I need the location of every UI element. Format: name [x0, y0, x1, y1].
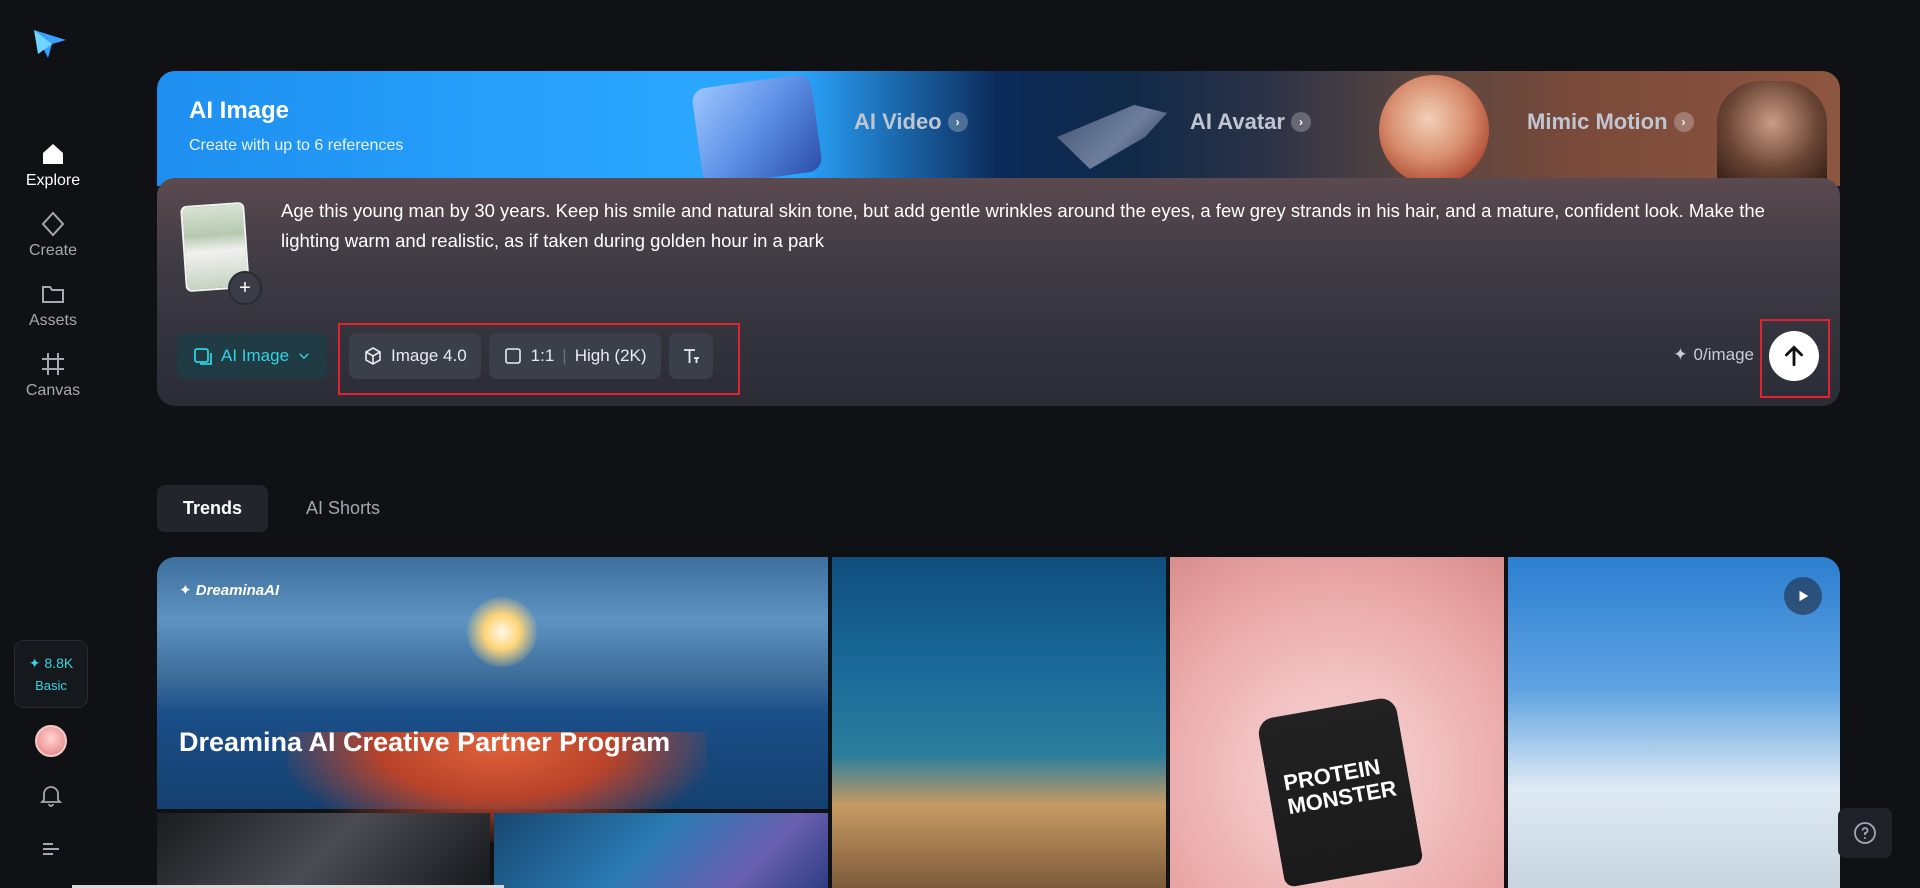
- play-icon[interactable]: [1784, 577, 1822, 615]
- credits-badge[interactable]: ✦ 8.8K Basic: [14, 640, 88, 708]
- partner-program-banner[interactable]: ✦ DreaminaAI Dreamina AI Creative Partne…: [157, 557, 828, 842]
- feature-banner: AI Image Create with up to 6 references …: [157, 71, 1840, 187]
- sidebar-item-assets[interactable]: Assets: [0, 280, 106, 340]
- menu-icon[interactable]: [40, 838, 62, 860]
- prompt-input[interactable]: Age this young man by 30 years. Keep his…: [281, 196, 1811, 256]
- sidebar-item-explore[interactable]: Explore: [0, 140, 106, 200]
- sidebar: Explore Create Assets Canvas ✦ 8.8K Basi…: [0, 0, 106, 888]
- cost-label: 0/image: [1693, 345, 1754, 364]
- avatar[interactable]: [35, 725, 67, 757]
- gallery-card-protein[interactable]: PROTEIN MONSTER: [1170, 557, 1504, 888]
- mimic-thumbnail: [1717, 81, 1827, 186]
- chevron-right-icon: ›: [947, 112, 968, 132]
- sidebar-item-create[interactable]: Create: [0, 210, 106, 270]
- trends-gallery: ✦ DreaminaAI Dreamina AI Creative Partne…: [157, 557, 1840, 888]
- help-button[interactable]: [1838, 808, 1892, 858]
- gallery-card-sky[interactable]: [1508, 557, 1840, 888]
- tab-ai-shorts[interactable]: AI Shorts: [280, 485, 406, 532]
- promo-ai-avatar[interactable]: AI Avatar ›: [1190, 109, 1311, 135]
- dreamina-logo-icon[interactable]: [30, 24, 70, 64]
- mode-select[interactable]: AI Image: [177, 333, 328, 379]
- chevron-down-icon: [299, 353, 309, 360]
- sidebar-item-label: Create: [28, 242, 78, 259]
- sidebar-item-label: Assets: [28, 312, 77, 329]
- image-mode-icon: [194, 348, 212, 365]
- star-icon: ✦: [179, 582, 192, 599]
- promo-label: Mimic Motion: [1527, 109, 1668, 134]
- gallery-card-space[interactable]: [494, 813, 828, 888]
- promo-ai-video[interactable]: AI Video ›: [854, 109, 968, 135]
- canvas-icon: [42, 353, 64, 375]
- highlight-box-generate: [1760, 319, 1830, 398]
- banner-sun: [467, 597, 537, 667]
- plan-label: Basic: [35, 678, 67, 693]
- sidebar-item-label: Explore: [25, 172, 81, 189]
- generation-cost: ✦ 0/image: [1673, 345, 1754, 365]
- avatar-thumbnail: [1379, 75, 1489, 185]
- content-tabs: Trends AI Shorts: [157, 485, 406, 532]
- chevron-right-icon: ›: [1673, 112, 1694, 132]
- plane-thumbnail: [1057, 105, 1167, 169]
- add-reference-button[interactable]: +: [228, 271, 262, 305]
- panel-subtitle: Create with up to 6 references: [189, 137, 404, 154]
- folder-icon: [42, 286, 64, 303]
- panel-title: AI Image: [189, 97, 290, 124]
- gallery-card-statue[interactable]: [157, 813, 490, 888]
- home-icon: [43, 144, 63, 164]
- banner-headline: Dreamina AI Creative Partner Program: [179, 727, 671, 757]
- credits-amount: ✦ 8.8K: [28, 655, 74, 671]
- diamond-icon: [41, 211, 65, 237]
- mode-label: AI Image: [221, 346, 290, 365]
- sidebar-item-label: Canvas: [25, 382, 81, 399]
- help-icon: [1854, 822, 1876, 844]
- sparkle-icon: ✦: [1673, 345, 1688, 364]
- banner-brand: ✦ DreaminaAI: [179, 581, 279, 599]
- whale-thumbnail: [690, 73, 824, 187]
- gallery-card-ocean[interactable]: [832, 557, 1166, 888]
- brand-label: DreaminaAI: [195, 582, 280, 599]
- promo-mimic-motion[interactable]: Mimic Motion ›: [1527, 109, 1694, 135]
- promo-label: AI Video: [854, 109, 942, 134]
- tab-trends[interactable]: Trends: [157, 485, 269, 532]
- chevron-right-icon: ›: [1290, 112, 1311, 132]
- sidebar-item-canvas[interactable]: Canvas: [0, 350, 106, 410]
- highlight-box-toolbar: [338, 323, 740, 395]
- bell-icon[interactable]: [38, 782, 64, 808]
- promo-label: AI Avatar: [1190, 109, 1285, 134]
